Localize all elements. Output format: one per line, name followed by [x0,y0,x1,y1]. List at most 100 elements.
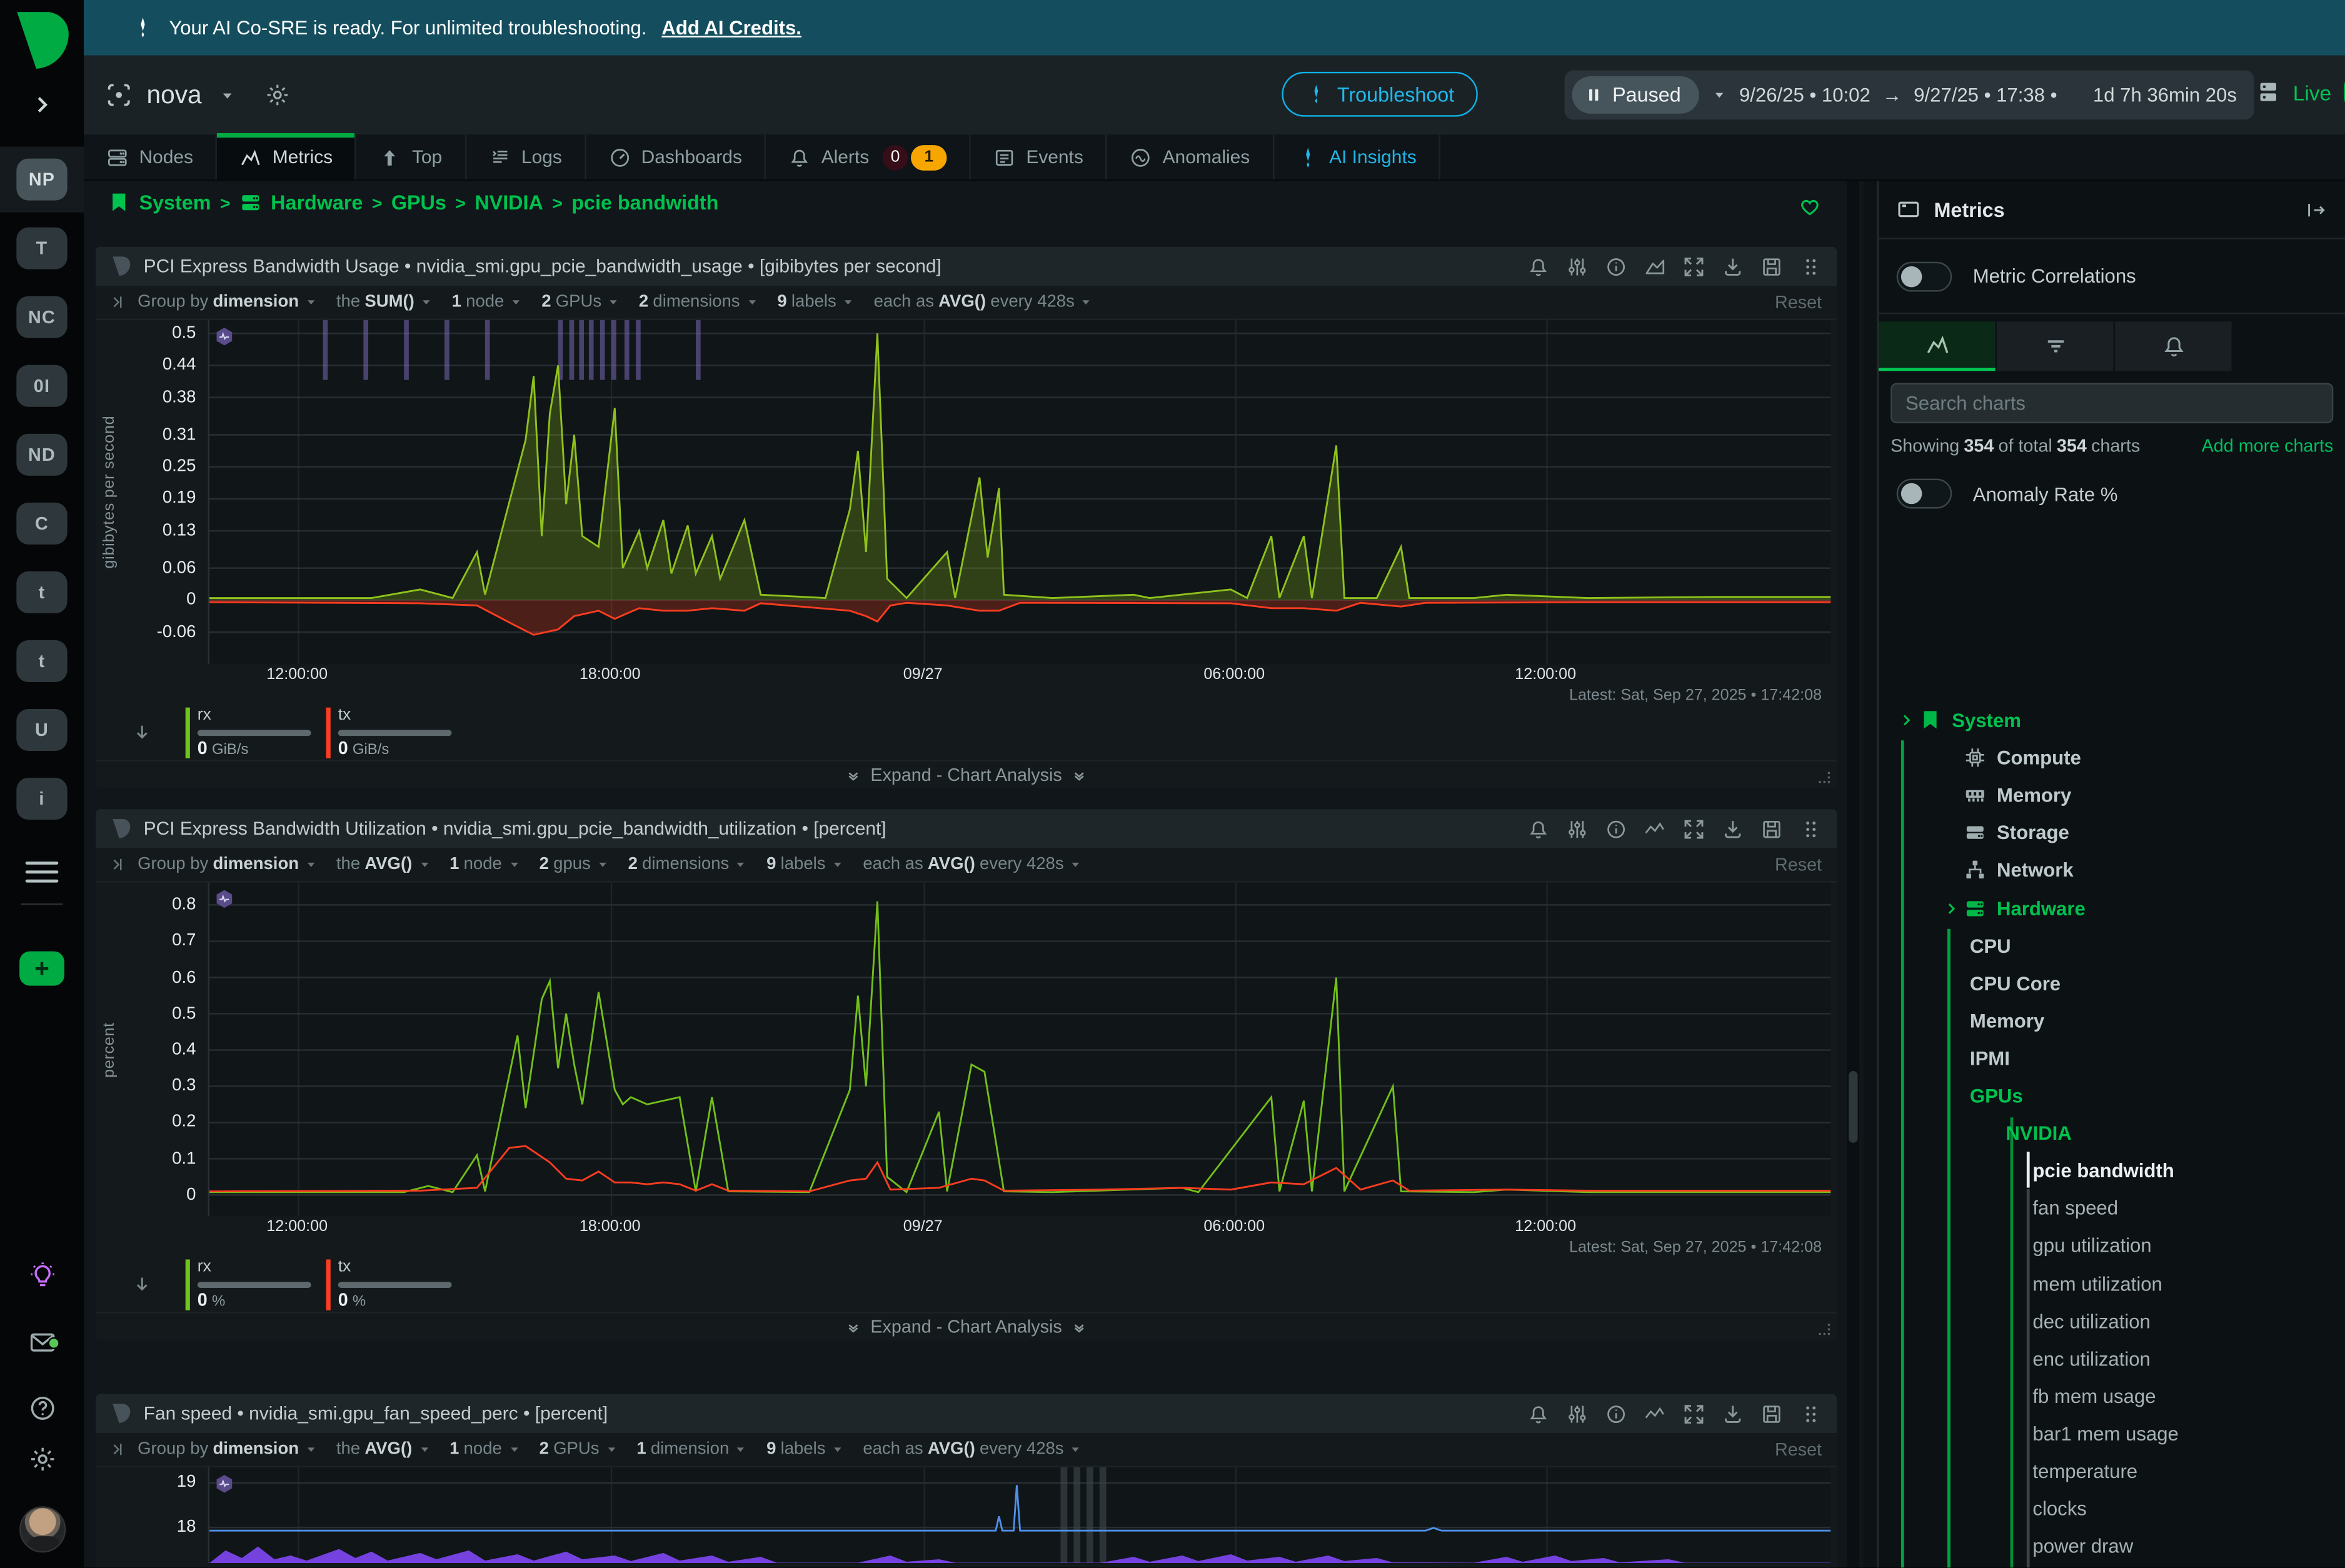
add-ai-credits-link[interactable]: Add AI Credits. [661,16,801,39]
tab-logs[interactable]: Logs [466,134,586,179]
breadcrumb-item[interactable]: GPUs [391,191,446,214]
favorite-heart-icon[interactable] [1798,194,1822,218]
sliders-icon[interactable] [1566,818,1589,840]
user-avatar[interactable] [19,1506,66,1552]
add-more-charts-link[interactable]: Add more charts [2202,435,2334,456]
groupby-segment[interactable]: each as AVG() every 428s [874,293,1094,311]
tab-top[interactable]: Top [356,134,466,179]
menu-icon[interactable] [26,862,59,882]
tab-dashboards[interactable]: Dashboards [586,134,766,179]
groupby-segment[interactable]: 1 node [449,1440,521,1459]
workspace-item-t[interactable]: t [16,640,67,682]
info-icon[interactable] [1605,818,1627,840]
tree-item-compute[interactable]: Compute [1879,739,2345,776]
pause-button[interactable]: Paused [1572,76,1699,114]
legend-item-tx[interactable]: tx0GiB/s [326,708,452,758]
workspace-item-NC[interactable]: NC [16,296,67,338]
arrow-down-icon[interactable] [132,1274,153,1295]
breadcrumb-item[interactable]: System [139,191,211,214]
reset-button[interactable]: Reset [1775,292,1822,313]
settings-icon[interactable] [28,1445,56,1473]
breadcrumb-item[interactable]: pcie bandwidth [571,191,718,214]
save-icon[interactable] [1760,255,1783,278]
expand-icon[interactable] [1683,818,1705,840]
tab-alerts[interactable]: Alerts01 [766,134,971,179]
grip-icon[interactable] [1799,1402,1822,1425]
tree-item-gpu-utilization[interactable]: gpu utilization [1879,1227,2345,1265]
tree-item-enc-utilization[interactable]: enc utilization [1879,1340,2345,1377]
area-icon[interactable] [1644,255,1666,278]
tree-item-power-draw[interactable]: power draw [1879,1527,2345,1565]
sidebar-tab-funnel[interactable] [1997,321,2114,371]
anomaly-rate-toggle[interactable] [1897,479,1952,509]
chart-expand-button[interactable]: Expand - Chart Analysis [96,1312,1837,1340]
groupby-segment[interactable]: 9 labels [766,1440,845,1459]
legend-item-rx[interactable]: rx0% [186,1259,311,1310]
download-icon[interactable] [1722,1402,1744,1425]
expand-icon[interactable] [1683,1402,1705,1425]
tree-item-fan-speed[interactable]: fan speed [1879,1190,2345,1227]
bell-icon[interactable] [1527,818,1550,840]
troubleshoot-button[interactable]: Troubleshoot [1282,72,1478,117]
live-status[interactable]: Live 1 [2256,76,2345,108]
sidebar-tab-chart[interactable] [1879,321,1996,371]
sidebar-expand-icon[interactable] [30,93,54,116]
tree-item-storage[interactable]: Storage [1879,814,2345,852]
tree-item-clocks[interactable]: clocks [1879,1490,2345,1527]
info-icon[interactable] [1605,1402,1627,1425]
groupby-segment[interactable]: the SUM() [336,293,434,311]
groupby-segment[interactable]: 1 node [452,293,524,311]
tree-item-mem-utilization[interactable]: mem utilization [1879,1265,2345,1302]
search-input[interactable] [1891,383,2333,423]
groupby-segment[interactable]: each as AVG() every 428s [863,1440,1083,1459]
chevron-down-icon[interactable] [1711,87,1727,103]
chevron-down-icon[interactable] [218,86,236,104]
groupby-segment[interactable]: 2 dimensions [628,856,749,874]
chart-plot-area[interactable] [208,1467,1831,1563]
workspace-item-C[interactable]: C [16,503,67,545]
scrollbar[interactable] [1847,181,1859,1567]
collapse-icon[interactable] [111,293,129,311]
workspace-item-NP[interactable]: NP [16,159,67,201]
tree-item-network[interactable]: Network [1879,852,2345,889]
tree-item-system[interactable]: System [1879,701,2345,739]
add-workspace-button[interactable]: + [19,952,64,986]
tree-item-temperature[interactable]: temperature [1879,1452,2345,1490]
tab-nodes[interactable]: Nodes [84,134,217,179]
tree-item-gpus[interactable]: GPUs [1879,1077,2345,1115]
chevron-right-icon[interactable] [1943,900,1959,916]
tree-item-pcie-bandwidth[interactable]: pcie bandwidth [1879,1152,2345,1190]
chart-plot-area[interactable] [208,320,1831,664]
expand-icon[interactable] [1683,255,1705,278]
workspace-item-U[interactable]: U [16,709,67,751]
download-icon[interactable] [1722,255,1744,278]
resize-grip-icon[interactable] [1814,1319,1832,1337]
tab-events[interactable]: Events [971,134,1107,179]
save-icon[interactable] [1760,818,1783,840]
collapse-sidebar-icon[interactable] [2305,198,2327,221]
save-icon[interactable] [1760,1402,1783,1425]
tree-item-ipmi[interactable]: IPMI [1879,1040,2345,1077]
groupby-segment[interactable]: 9 labels [766,856,845,874]
workspace-item-0I[interactable]: 0I [16,365,67,407]
metric-correlations-toggle[interactable] [1897,261,1952,291]
download-icon[interactable] [1722,818,1744,840]
chart-plot-area[interactable] [208,883,1831,1217]
help-icon[interactable] [28,1394,56,1422]
resize-grip-icon[interactable] [1814,767,1832,785]
tree-item-hardware[interactable]: Hardware [1879,889,2345,927]
sliders-icon[interactable] [1566,1402,1589,1425]
reset-button[interactable]: Reset [1775,1439,1822,1460]
tab-ai-insights[interactable]: AI Insights [1274,134,1440,179]
groupby-segment[interactable]: the AVG() [336,856,431,874]
ideas-icon[interactable] [28,1261,56,1289]
grip-icon[interactable] [1799,255,1822,278]
sliders-icon[interactable] [1566,255,1589,278]
space-selector[interactable]: nova [104,80,289,110]
groupby-segment[interactable]: Group by dimension [138,856,318,874]
groupby-segment[interactable]: 2 gpus [540,856,610,874]
groupby-segment[interactable]: 2 GPUs [541,293,621,311]
info-icon[interactable] [1605,255,1627,278]
collapse-icon[interactable] [111,856,129,874]
groupby-segment[interactable]: Group by dimension [138,293,318,311]
